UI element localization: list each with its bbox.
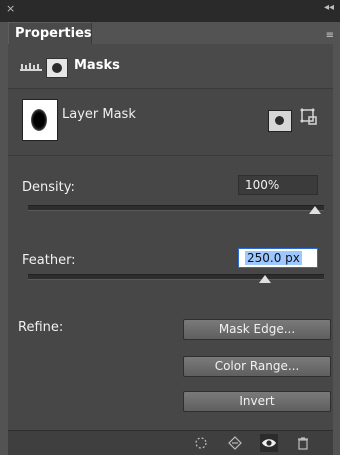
feather-slider-thumb[interactable] xyxy=(259,275,271,283)
masks-header: Masks xyxy=(8,44,333,89)
select-pixel-mask-button[interactable] xyxy=(268,110,292,132)
panel-title: Masks xyxy=(74,58,120,73)
refine-label: Refine: xyxy=(18,320,64,335)
density-input[interactable]: 100% xyxy=(238,175,318,195)
visibility-eye-icon[interactable] xyxy=(260,434,278,452)
density-slider-thumb[interactable] xyxy=(309,206,321,214)
panel-footer xyxy=(8,430,333,455)
density-label: Density: xyxy=(22,180,75,195)
tab-properties[interactable]: Properties xyxy=(8,22,92,44)
trash-icon[interactable] xyxy=(294,434,312,452)
close-icon[interactable]: × xyxy=(6,2,15,15)
pixel-layer-icon xyxy=(20,63,42,71)
add-vector-mask-icon[interactable] xyxy=(300,108,320,130)
feather-input[interactable]: 250.0 px xyxy=(238,248,318,268)
layer-mask-row: Layer Mask xyxy=(8,89,333,156)
panel-menu-icon[interactable]: ≡ xyxy=(326,30,334,41)
selection-from-mask-icon[interactable] xyxy=(192,434,210,452)
collapse-icon[interactable]: ◂◂ xyxy=(324,2,334,13)
feather-value: 250.0 px xyxy=(245,251,302,265)
invert-button[interactable]: Invert xyxy=(183,391,331,412)
feather-slider[interactable] xyxy=(28,274,324,280)
feather-label: Feather: xyxy=(22,253,76,268)
layer-mask-label: Layer Mask xyxy=(62,107,136,122)
mask-icon xyxy=(46,58,68,78)
panel-titlebar: × ◂◂ xyxy=(0,0,340,22)
color-range-button[interactable]: Color Range... xyxy=(183,356,331,377)
properties-panel: Masks Layer Mask Density: 100% Feather: … xyxy=(8,44,333,454)
mask-edge-button[interactable]: Mask Edge... xyxy=(183,319,331,340)
layer-mask-thumbnail[interactable] xyxy=(22,99,58,141)
density-slider[interactable] xyxy=(28,205,324,211)
apply-mask-icon[interactable] xyxy=(226,434,244,452)
